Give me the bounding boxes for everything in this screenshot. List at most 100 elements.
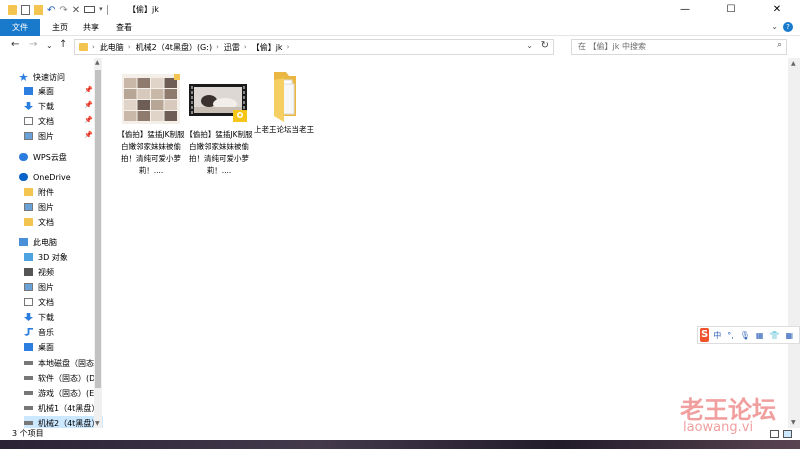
scroll-up-icon[interactable]: ▲ — [95, 59, 100, 66]
sidebar-item[interactable]: 游戏（固态）(E — [24, 386, 103, 400]
sogou-logo-icon[interactable]: S — [700, 328, 710, 342]
breadcrumb-separator[interactable]: › — [244, 43, 247, 51]
sidebar-item[interactable]: 文档 — [24, 295, 103, 309]
pin-icon[interactable]: 📌 — [84, 86, 93, 94]
pin-icon[interactable]: 📌 — [84, 131, 93, 139]
sidebar-item[interactable]: 图片 📌 — [24, 129, 103, 143]
expand-ribbon-icon[interactable]: ⌄ — [771, 22, 778, 31]
sidebar-item[interactable]: 此电脑 — [19, 235, 103, 249]
sidebar-item[interactable]: 视频 — [24, 265, 103, 279]
3d-objects-icon — [24, 253, 33, 261]
file-item-folder[interactable]: 上老王论坛当老王 — [249, 66, 319, 136]
sidebar-scroll-thumb[interactable] — [95, 70, 101, 388]
breadcrumb-separator[interactable]: › — [92, 43, 95, 51]
sidebar-item[interactable]: 本地磁盘（固态 — [24, 356, 103, 370]
folder-icon — [8, 4, 17, 15]
breadcrumb-separator[interactable]: › — [216, 43, 219, 51]
rename-icon[interactable] — [84, 6, 96, 13]
breadcrumb-separator[interactable]: › — [287, 43, 290, 51]
pin-icon[interactable]: 📌 — [84, 101, 93, 109]
collage-tile — [137, 89, 150, 99]
sidebar-item[interactable]: 桌面 📌 — [24, 84, 103, 98]
ime-mode-button[interactable]: 中 — [713, 330, 721, 341]
redo-icon[interactable]: ↷ — [59, 5, 67, 16]
sidebar-item[interactable]: 下载 — [24, 310, 103, 324]
sidebar-item-label: 此电脑 — [33, 237, 57, 247]
new-folder-icon[interactable] — [34, 4, 43, 15]
sidebar-item[interactable]: WPS云盘 — [19, 150, 103, 164]
sidebar-item[interactable]: 图片 — [24, 200, 103, 214]
keyboard-icon[interactable]: ▦ — [756, 331, 764, 340]
sidebar-item[interactable]: 软件（固态）(D — [24, 371, 103, 385]
punctuation-icon[interactable]: °, — [727, 331, 734, 340]
tab-file[interactable]: 文件 — [0, 19, 40, 36]
details-view-icon[interactable] — [770, 430, 779, 438]
ribbon-tabs: 文件 主页 共享 查看 ⌄ ? — [0, 19, 800, 36]
sidebar-item[interactable]: 文档 — [24, 215, 103, 229]
breadcrumb-current[interactable]: 【偷】jk — [252, 42, 283, 53]
address-bar[interactable]: › 此电脑 › 机械2（4t黑盘）(G:) › 迅雷 › 【偷】jk › ⌄ ↻ — [74, 39, 554, 55]
refresh-icon[interactable]: ↻ — [541, 40, 549, 51]
folder-icon — [24, 188, 33, 196]
file-item-video[interactable]: 【偷拍】猛插JK制服白嫩邻家妹妹被偷拍！清纯可爱小萝莉！.... — [184, 74, 254, 177]
recent-locations-button[interactable]: ⌄ — [46, 41, 53, 50]
collage-tile — [164, 100, 177, 110]
status-bar: 3 个项目 — [0, 428, 800, 440]
search-icon[interactable]: ⌕ — [777, 40, 782, 50]
sidebar-item-label: 视频 — [38, 267, 54, 277]
toolbox-icon[interactable]: ▦ — [785, 331, 793, 340]
microphone-icon[interactable]: 🎙 — [740, 331, 750, 340]
sidebar-item[interactable]: 文档 📌 — [24, 114, 103, 128]
sidebar-item[interactable]: 图片 — [24, 280, 103, 294]
sidebar-item[interactable]: 机械2（4t黑盘） — [24, 416, 103, 428]
video-thumbnail — [189, 84, 247, 122]
sidebar-item[interactable]: 附件 — [24, 185, 103, 199]
undo-icon[interactable]: ↶ — [47, 5, 55, 16]
file-item-collage[interactable]: 【偷拍】猛插JK制服白嫩邻家妹妹被偷拍！清纯可爱小萝莉！.... — [116, 74, 186, 177]
help-icon[interactable]: ? — [783, 22, 793, 32]
search-input[interactable]: 在 【偷】jk 中搜索 — [571, 39, 787, 55]
breadcrumb-this-pc[interactable]: 此电脑 — [100, 42, 124, 53]
large-icons-view-icon[interactable] — [783, 430, 792, 438]
tab-share[interactable]: 共享 — [76, 19, 106, 36]
forward-button[interactable]: → — [29, 39, 37, 50]
minimize-button[interactable]: — — [662, 0, 708, 19]
sidebar-item[interactable]: 下载 📌 — [24, 99, 103, 113]
delete-icon[interactable]: ✕ — [72, 5, 80, 16]
collage-tile — [151, 100, 164, 110]
address-history-icon[interactable]: ⌄ — [526, 41, 533, 50]
sidebar-item[interactable]: 音乐 — [24, 325, 103, 339]
content-scrollbar[interactable]: ▲ ▼ — [788, 58, 800, 428]
scroll-down-icon[interactable]: ▼ — [95, 420, 100, 427]
breadcrumb-xunlei[interactable]: 迅雷 — [224, 42, 240, 53]
sidebar-item-label: 文档 — [38, 217, 54, 227]
sidebar-item[interactable]: 3D 对象 — [24, 250, 103, 264]
sidebar-item[interactable]: OneDrive — [19, 170, 103, 184]
tab-view[interactable]: 查看 — [109, 19, 139, 36]
pin-icon[interactable]: 📌 — [84, 116, 93, 124]
back-button[interactable]: ← — [11, 39, 19, 50]
sidebar-scrollbar[interactable]: ▲ ▼ — [94, 58, 102, 428]
properties-icon[interactable] — [21, 4, 30, 15]
explorer-window: ↶ ↷ ✕ ▾ 【偷】jk — ☐ ✕ 文件 主页 共享 查看 ⌄ ? ← → … — [0, 0, 800, 440]
film-hole — [243, 106, 245, 109]
up-button[interactable]: ↑ — [59, 39, 67, 50]
sidebar-item[interactable]: 快速访问 — [19, 70, 103, 84]
picture-icon — [24, 203, 33, 211]
breadcrumb-drive[interactable]: 机械2（4t黑盘）(G:) — [136, 42, 212, 53]
tab-home[interactable]: 主页 — [45, 19, 75, 36]
video-icon — [24, 268, 33, 276]
skin-icon[interactable]: 👕 — [769, 331, 779, 340]
sidebar-item[interactable]: 桌面 — [24, 340, 103, 354]
maximize-button[interactable]: ☐ — [708, 0, 754, 19]
sidebar-item-label: 文档 — [38, 116, 54, 126]
customize-toolbar-icon[interactable]: ▾ — [99, 5, 103, 15]
scroll-up-icon[interactable]: ▲ — [791, 60, 796, 67]
close-button[interactable]: ✕ — [754, 0, 800, 19]
sidebar-item-label: 机械1（4t黑盘） — [38, 403, 100, 413]
breadcrumb-separator[interactable]: › — [128, 43, 131, 51]
scroll-down-icon[interactable]: ▼ — [791, 419, 796, 426]
computer-icon — [19, 238, 28, 246]
sidebar-item[interactable]: 机械1（4t黑盘） — [24, 401, 103, 415]
sidebar-item-label: 游戏（固态）(E — [38, 388, 95, 398]
